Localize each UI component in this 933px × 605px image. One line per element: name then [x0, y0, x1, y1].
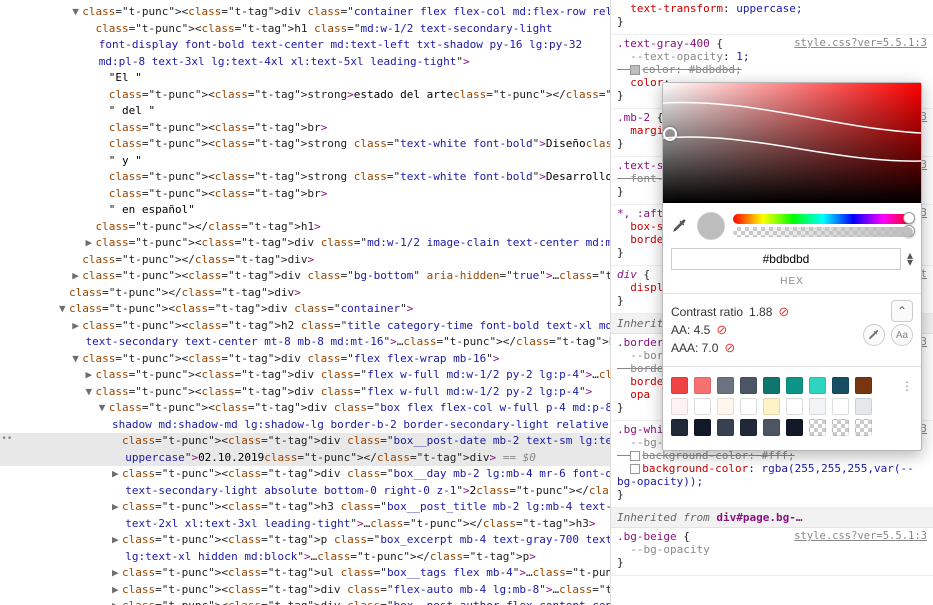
- dom-node[interactable]: ▼class="t-punc"><class="t-tag">div class…: [0, 4, 610, 21]
- color-cursor[interactable]: [663, 127, 677, 141]
- dom-node[interactable]: class="t-punc"></class="t-tag">div>: [0, 285, 610, 302]
- contrast-ratio-value: 1.88: [749, 305, 772, 319]
- dom-node[interactable]: class="t-punc"><class="t-tag">br>: [0, 186, 610, 203]
- pick-bg-icon[interactable]: [863, 324, 885, 346]
- style-rule[interactable]: text-transform: uppercase;}: [611, 0, 933, 35]
- eyedropper-icon[interactable]: [671, 217, 689, 235]
- palette-swatch[interactable]: [763, 377, 780, 394]
- contrast-expand-button[interactable]: ⌃: [891, 300, 913, 322]
- inherited-from-header: Inherited from div#page.bg-…: [611, 508, 933, 528]
- palette-swatch[interactable]: [717, 398, 734, 415]
- dom-node[interactable]: ▶class="t-punc"><class="t-tag">div class…: [0, 598, 610, 605]
- dom-node[interactable]: ▶class="t-punc"><class="t-tag">ul class=…: [0, 565, 610, 582]
- dom-node[interactable]: ▼class="t-punc"><class="t-tag">div class…: [0, 384, 610, 401]
- dom-node[interactable]: ▶class="t-punc"><class="t-tag">div class…: [0, 367, 610, 384]
- fail-icon: ⊘: [724, 340, 735, 356]
- palette-swatch[interactable]: [832, 377, 849, 394]
- hue-slider[interactable]: [733, 214, 913, 224]
- palette-swatch[interactable]: [694, 419, 711, 436]
- source-link[interactable]: style.css?ver=5.5.1:3: [794, 530, 927, 542]
- palette-swatch[interactable]: [717, 377, 734, 394]
- dom-node[interactable]: ▼class="t-punc"><class="t-tag">div class…: [0, 301, 610, 318]
- dom-node[interactable]: class="t-punc"><class="t-tag">strong cla…: [0, 169, 610, 186]
- palette-swatch[interactable]: [786, 398, 803, 415]
- palette-swatch[interactable]: [671, 419, 688, 436]
- current-color-swatch: [697, 212, 725, 240]
- palette-swatch[interactable]: [809, 419, 826, 436]
- palette-swatch[interactable]: [763, 419, 780, 436]
- dom-node[interactable]: ▶class="t-punc"><class="t-tag">div class…: [0, 582, 610, 599]
- palette-swatch[interactable]: [809, 377, 826, 394]
- dom-node[interactable]: ▶class="t-punc"><class="t-tag">h2 class=…: [0, 318, 610, 351]
- color-picker-popover: ▴▾ HEX Contrast ratio 1.88 ⊘ ⌃ AA: 4.5⊘ …: [662, 82, 922, 451]
- text-sample-icon[interactable]: Aa: [891, 324, 913, 346]
- dom-node[interactable]: ▼class="t-punc"><class="t-tag">div class…: [0, 351, 610, 368]
- dom-node[interactable]: ••• class="t-punc"><class="t-tag">div cl…: [0, 433, 610, 466]
- palette-swatch[interactable]: [786, 377, 803, 394]
- dom-node[interactable]: " en español": [0, 202, 610, 219]
- palette-swatch[interactable]: [786, 419, 803, 436]
- palette-swatch[interactable]: [694, 377, 711, 394]
- contrast-aaa: AAA: 7.0: [671, 341, 718, 355]
- fail-icon: ⊘: [716, 322, 727, 338]
- dom-node[interactable]: "El ": [0, 70, 610, 87]
- dom-node[interactable]: " y ": [0, 153, 610, 170]
- dom-node[interactable]: class="t-punc"><class="t-tag">h1 class="…: [0, 21, 610, 71]
- hex-input[interactable]: [671, 248, 901, 270]
- palette-swatch[interactable]: [763, 398, 780, 415]
- palette-swatch[interactable]: [717, 419, 734, 436]
- palette-swatch[interactable]: [740, 398, 757, 415]
- palette-swatch[interactable]: [855, 377, 872, 394]
- palette-swatch[interactable]: [855, 398, 872, 415]
- source-link[interactable]: style.css?ver=5.5.1:3: [794, 37, 927, 49]
- palette-swatch[interactable]: [832, 398, 849, 415]
- palette-swatch[interactable]: [855, 419, 872, 436]
- palette-swatch[interactable]: [740, 419, 757, 436]
- saturation-value-field[interactable]: [663, 83, 921, 203]
- style-rule[interactable]: style.css?ver=5.5.1:3.bg-beige { --bg-op…: [611, 528, 933, 576]
- contrast-aa: AA: 4.5: [671, 323, 710, 337]
- contrast-title: Contrast ratio: [671, 305, 743, 319]
- fail-icon: ⊘: [778, 304, 789, 320]
- palette-swatch[interactable]: [832, 419, 849, 436]
- dom-node[interactable]: ▶class="t-punc"><class="t-tag">p class="…: [0, 532, 610, 565]
- dom-node[interactable]: ▶class="t-punc"><class="t-tag">div class…: [0, 466, 610, 499]
- color-palette: ⋮: [663, 367, 921, 450]
- dom-node[interactable]: class="t-punc"><class="t-tag">strong>est…: [0, 87, 610, 104]
- palette-menu-icon[interactable]: ⋮: [901, 379, 913, 393]
- palette-swatch[interactable]: [694, 398, 711, 415]
- dom-node[interactable]: class="t-punc"><class="t-tag">br>: [0, 120, 610, 137]
- format-switch-icon[interactable]: ▴▾: [907, 252, 913, 266]
- palette-swatch[interactable]: [671, 398, 688, 415]
- alpha-slider[interactable]: [733, 227, 913, 237]
- dom-tree[interactable]: ▼class="t-punc"><class="t-tag">div class…: [0, 0, 610, 605]
- dom-node[interactable]: ▶class="t-punc"><class="t-tag">h3 class=…: [0, 499, 610, 532]
- palette-swatch[interactable]: [740, 377, 757, 394]
- dom-node[interactable]: class="t-punc"></class="t-tag">div>: [0, 252, 610, 269]
- hex-label: HEX: [663, 276, 921, 293]
- palette-swatch[interactable]: [809, 398, 826, 415]
- dom-node[interactable]: " del ": [0, 103, 610, 120]
- dom-node[interactable]: class="t-punc"><class="t-tag">strong cla…: [0, 136, 610, 153]
- dom-node[interactable]: class="t-punc"></class="t-tag">h1>: [0, 219, 610, 236]
- dom-node[interactable]: ▼class="t-punc"><class="t-tag">div class…: [0, 400, 610, 433]
- dom-node[interactable]: ▶class="t-punc"><class="t-tag">div class…: [0, 235, 610, 252]
- palette-swatch[interactable]: [671, 377, 688, 394]
- dom-node[interactable]: ▶class="t-punc"><class="t-tag">div class…: [0, 268, 610, 285]
